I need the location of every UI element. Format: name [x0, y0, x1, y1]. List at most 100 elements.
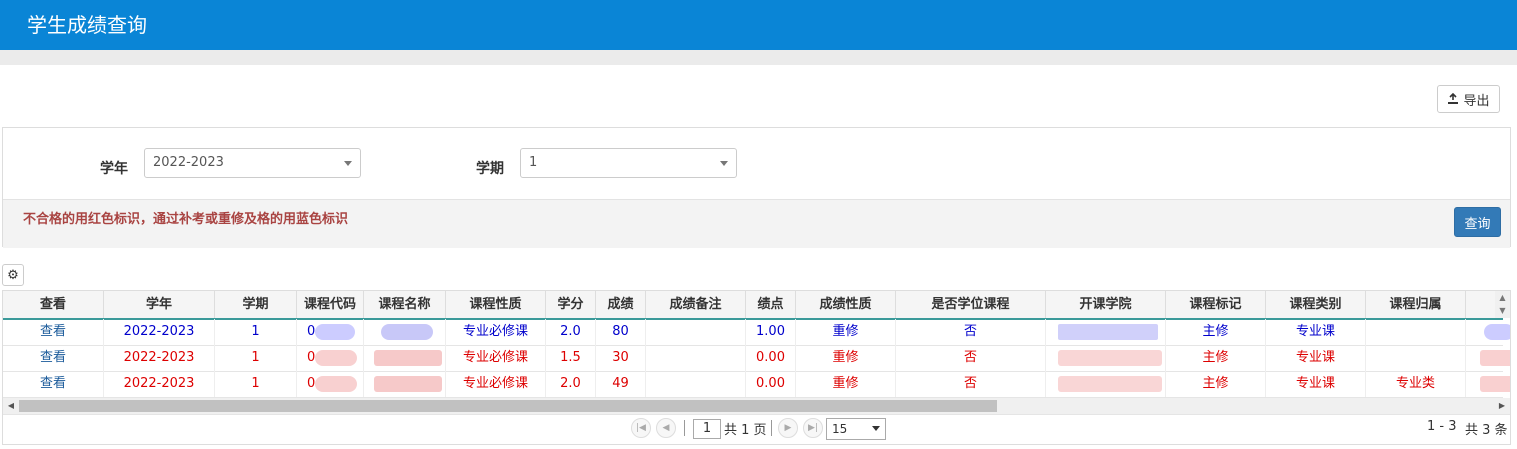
page-number-input[interactable]: 1 [693, 419, 721, 439]
next-page-icon[interactable]: ▶ [778, 418, 798, 438]
col-header-college[interactable]: 开课学院 [1046, 291, 1166, 318]
cell-term: 1 [215, 319, 297, 345]
redacted-mask [315, 350, 357, 366]
total-pages-text: 共 1 页 [724, 423, 767, 438]
chevron-down-icon [720, 161, 728, 166]
col-header-course-nature[interactable]: 课程性质 [446, 291, 546, 318]
cell-degree-course: 否 [896, 371, 1046, 397]
record-total-text: 共 3 条 [1465, 423, 1508, 438]
cell-gpa: 0.00 [746, 345, 796, 371]
pager-divider [684, 420, 685, 436]
cell-course-category: 专业课 [1266, 371, 1366, 397]
table-row[interactable]: 查看 2022-2023 1 0 专业必修课 1.5 30 0.00 重修 否 … [3, 345, 1510, 372]
chevron-down-icon [344, 161, 352, 166]
cell-gpa: 0.00 [746, 371, 796, 397]
cell-college [1046, 371, 1166, 397]
term-select-value: 1 [529, 155, 538, 170]
col-header-gpa[interactable]: 绩点 [746, 291, 796, 318]
cell-course-nature: 专业必修课 [446, 345, 546, 371]
year-select[interactable]: 2022-2023 [144, 148, 361, 178]
col-header-score-nature[interactable]: 成绩性质 [796, 291, 896, 318]
cell-college [1046, 345, 1166, 371]
cell-score-remark [646, 345, 746, 371]
scrollbar-thumb[interactable] [19, 400, 997, 412]
cell-year: 2022-2023 [104, 371, 215, 397]
query-button[interactable]: 查询 [1454, 207, 1501, 237]
column-settings-button[interactable]: ⚙ [2, 264, 24, 286]
view-link[interactable]: 查看 [3, 319, 104, 345]
cell-term: 1 [215, 345, 297, 371]
cell-term: 1 [215, 371, 297, 397]
col-header-degree-course[interactable]: 是否学位课程 [896, 291, 1046, 318]
cell-course-category: 专业课 [1266, 345, 1366, 371]
cell-year: 2022-2023 [104, 319, 215, 345]
horizontal-scrollbar[interactable]: ◀ ▶ [3, 398, 1510, 414]
cell-degree-course: 否 [896, 319, 1046, 345]
year-select-value: 2022-2023 [153, 155, 224, 170]
cell-course-belong [1366, 319, 1466, 345]
export-icon [1448, 93, 1459, 104]
col-header-course-belong[interactable]: 课程归属 [1366, 291, 1466, 318]
cell-overflow [1466, 345, 1510, 371]
first-page-icon[interactable]: |◀ [631, 418, 651, 438]
cell-course-belong [1366, 345, 1466, 371]
col-header-credit[interactable]: 学分 [546, 291, 596, 318]
redacted-mask [315, 376, 357, 392]
cell-course-code: 0 [297, 319, 364, 345]
page-size-select[interactable]: 15 [826, 418, 886, 440]
cell-overflow [1466, 371, 1510, 397]
col-header-course-mark[interactable]: 课程标记 [1166, 291, 1266, 318]
cell-course-category: 专业课 [1266, 319, 1366, 345]
cell-credit: 2.0 [546, 371, 596, 397]
cell-score: 80 [596, 319, 646, 345]
col-header-score[interactable]: 成绩 [596, 291, 646, 318]
cell-credit: 2.0 [546, 319, 596, 345]
cell-course-belong: 专业类 [1366, 371, 1466, 397]
chevron-down-icon [872, 426, 880, 431]
export-button[interactable]: 导出 [1437, 85, 1500, 113]
cell-score-remark [646, 371, 746, 397]
cell-course-code: 0 [297, 345, 364, 371]
scroll-left-icon[interactable]: ◀ [3, 398, 19, 414]
cell-year: 2022-2023 [104, 345, 215, 371]
redacted-mask [1480, 376, 1510, 392]
term-select[interactable]: 1 [520, 148, 737, 178]
cell-score-nature: 重修 [796, 345, 896, 371]
col-header-course-code[interactable]: 课程代码 [297, 291, 364, 318]
grade-color-notice: 不合格的用红色标识，通过补考或重修及格的用蓝色标识 [23, 212, 349, 227]
page-size-value: 15 [832, 422, 848, 436]
page-title: 学生成绩查询 [27, 13, 147, 37]
col-header-course-name[interactable]: 课程名称 [364, 291, 446, 318]
score-table: 查看 学年 学期 课程代码 课程名称 课程性质 学分 成绩 成绩备注 绩点 成绩… [2, 290, 1511, 445]
col-header-year[interactable]: 学年 [104, 291, 215, 318]
app-header: 学生成绩查询 [0, 0, 1517, 50]
col-header-view[interactable]: 查看 [3, 291, 104, 318]
table-row[interactable]: 查看 2022-2023 1 0 专业必修课 2.0 80 1.00 重修 否 … [3, 319, 1510, 346]
cell-score: 49 [596, 371, 646, 397]
cell-course-name [364, 345, 446, 371]
prev-page-icon[interactable]: ◀ [656, 418, 676, 438]
redacted-mask [1058, 376, 1162, 392]
cell-overflow [1466, 319, 1510, 345]
col-header-course-category[interactable]: 课程类别 [1266, 291, 1366, 318]
cell-course-nature: 专业必修课 [446, 371, 546, 397]
col-header-score-remark[interactable]: 成绩备注 [646, 291, 746, 318]
cell-score-nature: 重修 [796, 371, 896, 397]
scroll-right-icon[interactable]: ▶ [1494, 398, 1510, 414]
view-link[interactable]: 查看 [3, 371, 104, 397]
cell-course-nature: 专业必修课 [446, 319, 546, 345]
col-header-term[interactable]: 学期 [215, 291, 297, 318]
cell-score-nature: 重修 [796, 319, 896, 345]
redacted-mask [374, 350, 442, 366]
last-page-icon[interactable]: ▶| [803, 418, 823, 438]
filter-panel: 学年 2022-2023 学期 1 不合格的用红色标识，通过补考或重修及格的用蓝… [2, 127, 1511, 248]
redacted-mask [1058, 324, 1158, 340]
view-link[interactable]: 查看 [3, 345, 104, 371]
cell-score-remark [646, 319, 746, 345]
cell-score: 30 [596, 345, 646, 371]
term-label: 学期 [476, 161, 504, 177]
vertical-scrollbar[interactable]: ▲ ▼ [1495, 291, 1510, 318]
cell-course-mark: 主修 [1166, 371, 1266, 397]
table-row[interactable]: 查看 2022-2023 1 0 专业必修课 2.0 49 0.00 重修 否 … [3, 371, 1510, 398]
cell-course-mark: 主修 [1166, 345, 1266, 371]
